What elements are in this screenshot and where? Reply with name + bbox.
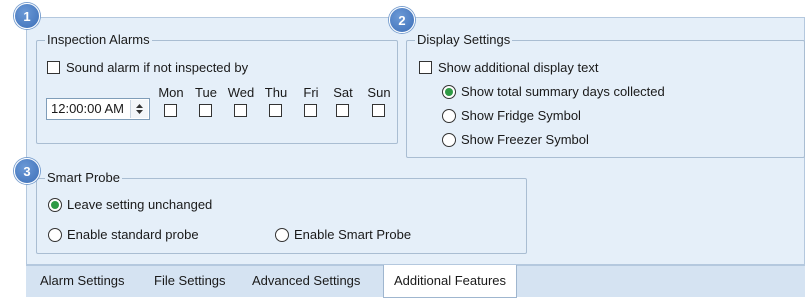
show-fridge-symbol-label: Show Fridge Symbol (461, 108, 581, 123)
day-label-thu: Thu (264, 85, 288, 100)
day-label-sat: Sat (333, 85, 353, 100)
day-checkbox-wed[interactable] (234, 104, 247, 117)
day-checkbox-mon[interactable] (164, 104, 177, 117)
day-label-mon: Mon (158, 85, 184, 100)
day-label-fri: Fri (303, 85, 319, 100)
day-label-sun: Sun (367, 85, 391, 100)
sound-alarm-label: Sound alarm if not inspected by (66, 60, 249, 75)
spinner-arrows-icon (136, 104, 143, 114)
enable-smart-probe-label: Enable Smart Probe (294, 227, 412, 242)
enable-standard-probe-label: Enable standard probe (67, 227, 199, 242)
radio-enable-smart-probe[interactable] (275, 228, 289, 242)
day-checkbox-sun[interactable] (372, 104, 385, 117)
radio-leave-setting-unchanged[interactable] (48, 198, 62, 212)
leave-setting-unchanged-label: Leave setting unchanged (67, 197, 213, 212)
show-additional-text-label: Show additional display text (438, 60, 599, 75)
tab-file-settings[interactable]: File Settings (154, 266, 226, 297)
day-checkbox-tue[interactable] (199, 104, 212, 117)
radio-enable-standard-probe[interactable] (48, 228, 62, 242)
show-additional-text-checkbox[interactable] (419, 61, 432, 74)
radio-show-freezer-symbol[interactable] (442, 133, 456, 147)
day-checkbox-thu[interactable] (269, 104, 282, 117)
alarm-time-value: 12:00:00 AM (51, 101, 124, 116)
tab-additional-features[interactable]: Additional Features (383, 265, 518, 298)
inspection-alarms-title: Inspection Alarms (45, 32, 152, 48)
callout-badge-2: 2 (389, 7, 415, 33)
day-label-wed: Wed (227, 85, 255, 100)
show-freezer-symbol-label: Show Freezer Symbol (461, 132, 589, 147)
show-total-summary-label: Show total summary days collected (461, 84, 665, 99)
callout-badge-3: 3 (14, 158, 40, 184)
radio-show-fridge-symbol[interactable] (442, 109, 456, 123)
day-checkbox-fri[interactable] (304, 104, 317, 117)
radio-show-total-summary[interactable] (442, 85, 456, 99)
tab-strip: Alarm Settings File Settings Advanced Se… (26, 265, 805, 298)
sound-alarm-checkbox[interactable] (47, 61, 60, 74)
time-spinner[interactable] (130, 100, 148, 118)
display-settings-title: Display Settings (415, 32, 513, 48)
tab-advanced-settings[interactable]: Advanced Settings (252, 266, 360, 297)
alarm-time-input[interactable]: 12:00:00 AM (46, 98, 150, 120)
smart-probe-title: Smart Probe (45, 170, 122, 186)
day-checkbox-sat[interactable] (336, 104, 349, 117)
callout-badge-1: 1 (14, 3, 40, 29)
tab-alarm-settings[interactable]: Alarm Settings (40, 266, 125, 297)
day-label-tue: Tue (195, 85, 217, 100)
